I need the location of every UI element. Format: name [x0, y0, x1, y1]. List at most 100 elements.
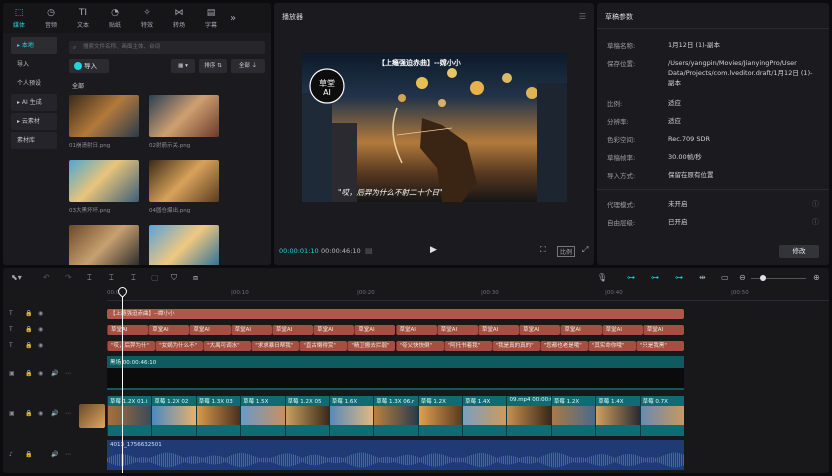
sidebar-item-ai-generate[interactable]: ▸ AI 生成	[11, 94, 57, 111]
ratio-button[interactable]: 比例	[557, 246, 576, 257]
zoom-fit-icon[interactable]: ⊕	[813, 273, 820, 282]
video-clip[interactable]: 草莓 1.3X 06.r	[373, 396, 418, 436]
media-thumb[interactable]	[69, 160, 139, 202]
mute-icon[interactable]: 🔊	[51, 370, 58, 377]
video-clip[interactable]: 草莓 1.2X	[417, 396, 463, 436]
tab-text[interactable]: TI 文本	[67, 3, 99, 33]
eye-icon[interactable]: ◉	[38, 310, 43, 317]
eye-icon[interactable]: ◉	[38, 370, 43, 377]
microphone-icon[interactable]: 🎙	[597, 273, 607, 282]
video-clip[interactable]: 草莓 1.4X	[595, 396, 640, 436]
video-clip[interactable]: 草莓 1.5X	[240, 396, 285, 436]
lock-icon[interactable]: 🔒	[25, 310, 32, 317]
lyric-clip[interactable]: "大禹可调水"	[203, 341, 252, 351]
time-ruler[interactable]: 00:00 |00:10 |00:20 |00:30 |00:40 |00:50	[107, 289, 829, 301]
info-icon[interactable]: ⓘ	[812, 217, 819, 227]
filter-button[interactable]: 全部 ⏚	[231, 59, 265, 73]
mute-icon[interactable]: 🔊	[51, 410, 58, 417]
play-button[interactable]: ▶	[430, 245, 437, 255]
logo-clip[interactable]: 草堂AI	[271, 325, 314, 335]
media-thumb[interactable]	[69, 225, 139, 265]
sidebar-item-presets[interactable]: 个人预设	[11, 75, 57, 92]
logo-clip[interactable]: 草堂AI	[560, 325, 602, 335]
search-input[interactable]: ⌕ 搜索文件名称、画面主体、台词	[69, 41, 265, 54]
video-clip[interactable]: 草莓 1.6X	[328, 396, 374, 436]
lyric-clip[interactable]: "阿托书着我"	[443, 341, 492, 351]
media-thumb[interactable]	[149, 225, 219, 265]
shield-icon[interactable]: ⛉	[171, 273, 177, 283]
audio-clip[interactable]: 4013_1756632501	[107, 440, 684, 470]
sidebar-item-import[interactable]: 导入	[11, 56, 57, 73]
lyric-clip[interactable]: "您都也老是哦"	[539, 341, 588, 351]
eye-icon[interactable]: ◉	[38, 410, 43, 417]
cover-thumbnail[interactable]	[79, 404, 105, 428]
video-clip[interactable]: 草莓 1.2X 01.i	[107, 396, 152, 436]
menu-icon[interactable]: ☰	[579, 12, 586, 21]
sort-button[interactable]: 排序 ⇅	[199, 59, 227, 73]
modify-button[interactable]: 修改	[779, 245, 819, 258]
lock-icon[interactable]: 🔒	[25, 451, 32, 458]
import-button[interactable]: 导入	[69, 59, 109, 73]
logo-clip[interactable]: 草堂AI	[395, 325, 437, 335]
lock-icon[interactable]: 🔒	[25, 410, 32, 417]
video-clip[interactable]: 草莓 1.4X	[462, 396, 507, 436]
undo-icon[interactable]: ↶	[43, 273, 50, 282]
fullscreen-icon[interactable]: ⤢	[582, 245, 588, 255]
title-clip[interactable]: 【上瘾强迫赤曲】--嫦小小	[107, 309, 684, 319]
more-icon[interactable]: ⋯	[65, 410, 71, 417]
media-thumb[interactable]	[149, 160, 219, 202]
split-left-icon[interactable]: ⌶	[109, 273, 114, 283]
video-clip[interactable]: 草莓 1.3X 03	[195, 396, 241, 436]
background-clip[interactable]: 黑场 00:00:46:10	[107, 356, 684, 390]
lyric-clip[interactable]: "女娲为什么不"	[155, 341, 204, 351]
lyric-clip[interactable]: "直古懒得赏"	[299, 341, 348, 351]
logo-clip[interactable]: 草堂AI	[601, 325, 643, 335]
select-tool-icon[interactable]: ⬉▾	[11, 273, 22, 282]
zoom-slider-handle[interactable]	[760, 275, 766, 281]
tab-media[interactable]: ⬚ 媒体	[3, 3, 35, 33]
info-icon[interactable]: ⓘ	[812, 199, 819, 209]
video-clip[interactable]: 草莓 1.2X 05	[284, 396, 329, 436]
video-clip[interactable]: 09.mp4 00:00:05:01	[506, 396, 551, 436]
more-icon[interactable]: ⋯	[65, 451, 71, 458]
tab-subtitle[interactable]: ▤ 字幕	[195, 3, 227, 33]
lock-icon[interactable]: 🔒	[25, 342, 32, 349]
playhead[interactable]	[122, 289, 123, 473]
link-main-icon[interactable]: ⊶	[627, 273, 635, 282]
logo-clip[interactable]: 草堂AI	[313, 325, 355, 335]
view-mode-button[interactable]: ▦ ▾	[171, 59, 195, 73]
logo-clip[interactable]: 草堂AI	[354, 325, 396, 335]
link-preview-icon[interactable]: ⊶	[675, 273, 683, 282]
logo-clip[interactable]: 草堂AI	[519, 325, 561, 335]
timeline-mode-icon[interactable]: ▤	[365, 246, 373, 255]
video-clip[interactable]: 草莓 1.2X 02	[151, 396, 196, 436]
sidebar-item-library[interactable]: 素材库	[11, 132, 57, 149]
logo-clip[interactable]: 草堂AI	[436, 325, 478, 335]
logo-clip[interactable]: 草堂AI	[189, 325, 231, 335]
sidebar-item-local[interactable]: ▸ 本地	[11, 37, 57, 54]
caption-icon[interactable]: ▭	[721, 273, 729, 282]
more-tabs-button[interactable]: »	[227, 3, 239, 33]
lyric-clip[interactable]: "其实命你哦"	[587, 341, 636, 351]
crop-icon[interactable]: ⧈	[193, 273, 198, 283]
tab-effects[interactable]: ✧ 特效	[131, 3, 163, 33]
lock-icon[interactable]: 🔒	[25, 370, 32, 377]
media-thumb[interactable]	[149, 95, 219, 137]
lyric-clip[interactable]: "我是真的真的"	[491, 341, 540, 351]
split-icon[interactable]: ⌶	[87, 273, 92, 283]
lyric-clip[interactable]: "哎，后羿为什"	[107, 341, 156, 351]
eye-icon[interactable]: ◉	[38, 326, 43, 333]
video-clip[interactable]: 草莓 0.7X	[639, 396, 684, 436]
lyric-clip[interactable]: "精卫搬去拦弱"	[347, 341, 396, 351]
video-clip[interactable]: 草莓 1.2X	[550, 396, 596, 436]
more-icon[interactable]: ⋯	[65, 370, 71, 377]
media-thumb[interactable]	[69, 95, 139, 137]
sidebar-item-cloud[interactable]: ▸ 云素材	[11, 113, 57, 130]
fit-screen-icon[interactable]: ⛶	[540, 245, 546, 255]
lock-icon[interactable]: 🔒	[25, 326, 32, 333]
eye-icon[interactable]: ◉	[38, 342, 43, 349]
logo-clip[interactable]: 草堂AI	[148, 325, 190, 335]
align-icon[interactable]: ⇹	[699, 273, 706, 282]
zoom-out-icon[interactable]: ⊖	[739, 273, 746, 282]
tab-transition[interactable]: ⋈ 转场	[163, 3, 195, 33]
